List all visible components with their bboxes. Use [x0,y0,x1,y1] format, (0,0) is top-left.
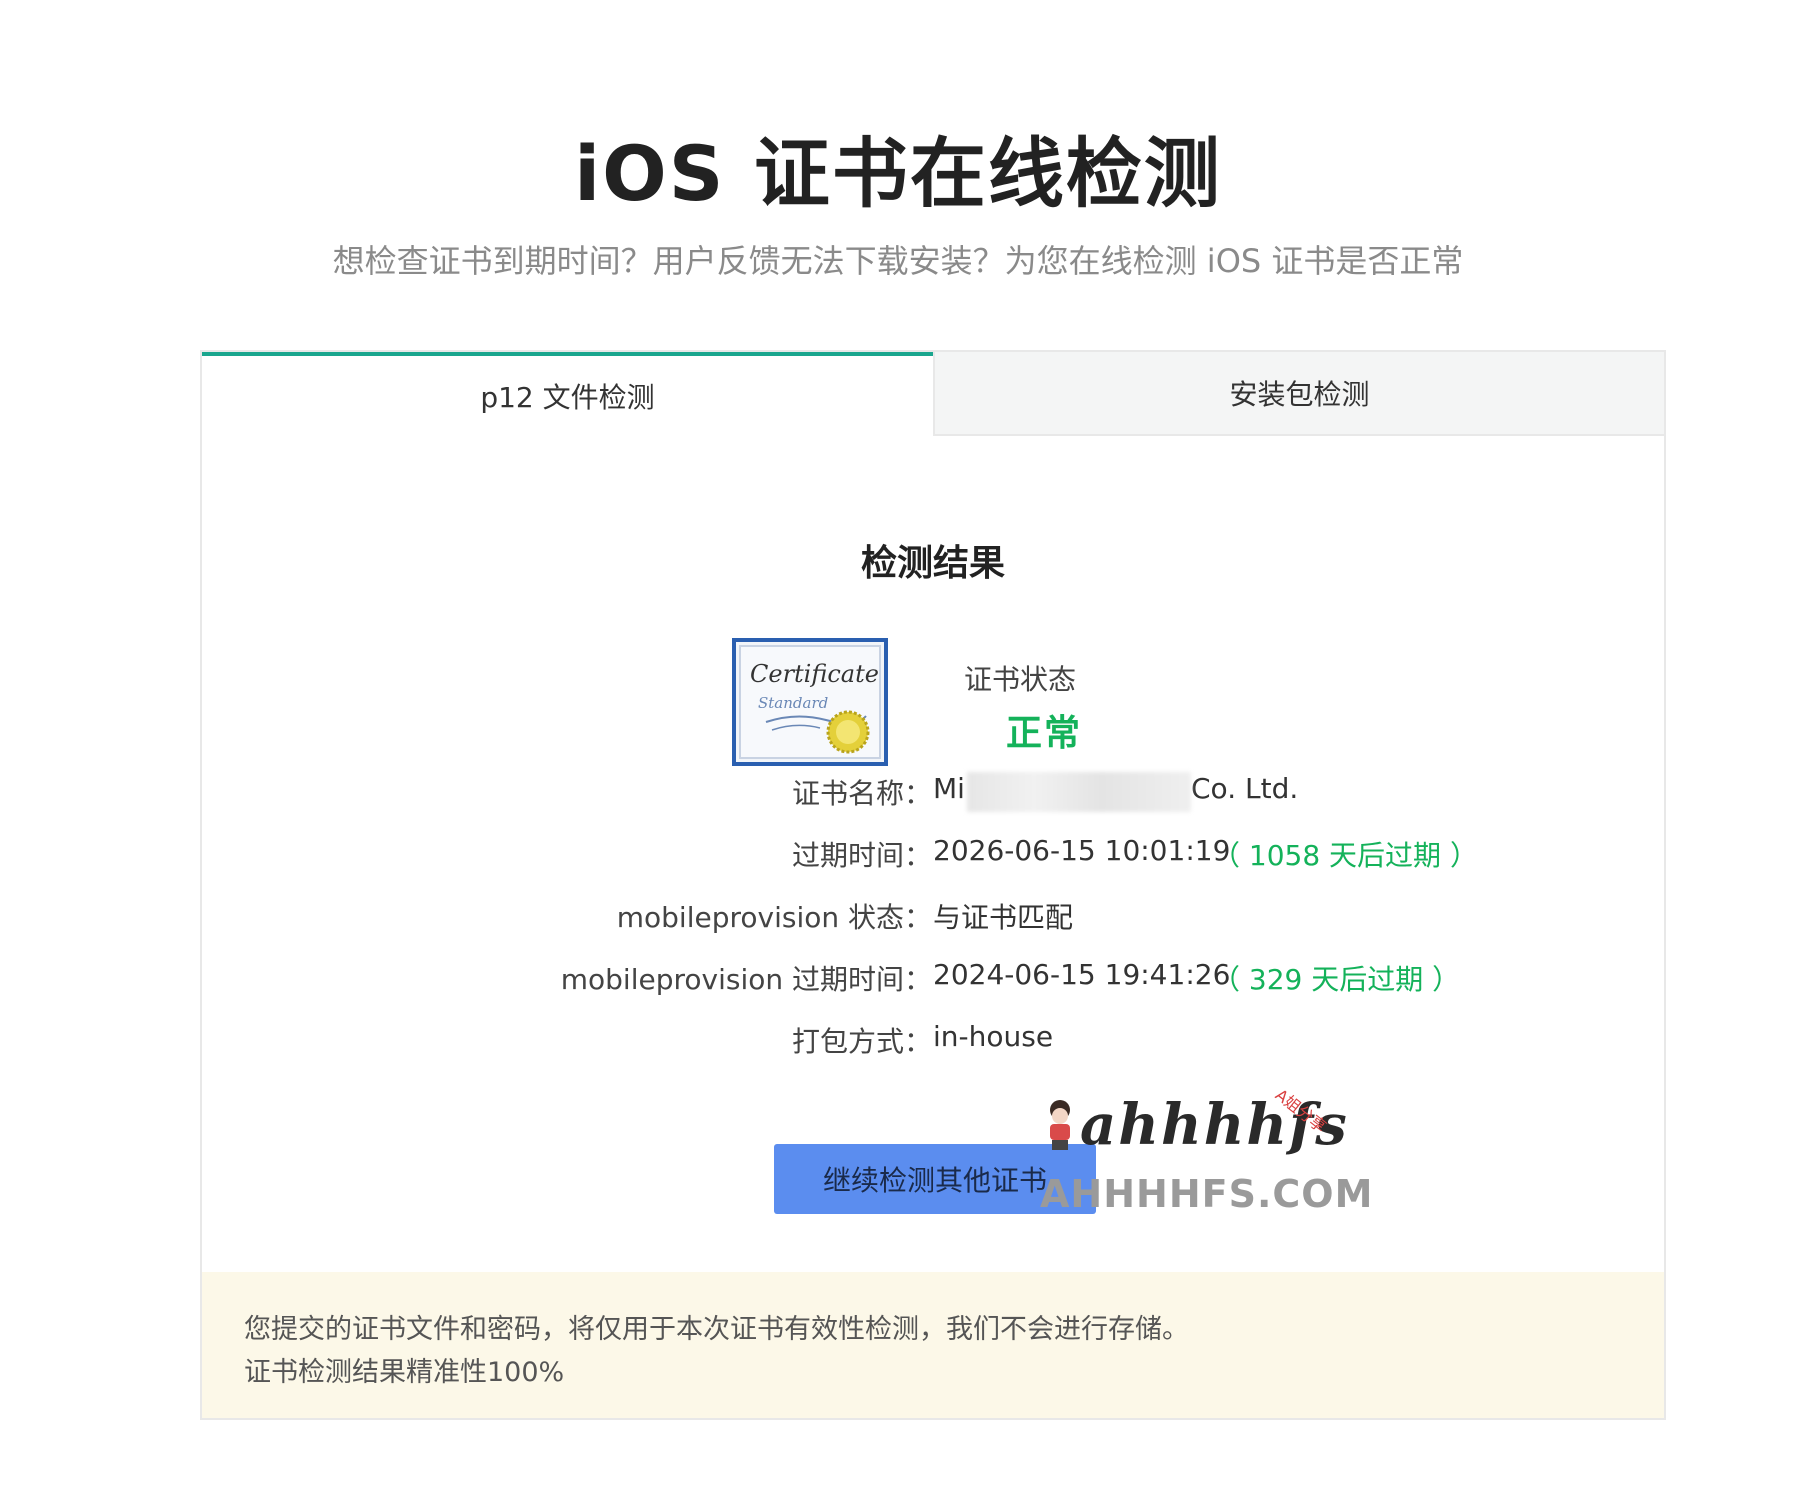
package-type-value: in-house [933,1020,1054,1053]
privacy-notice-line-2: 证书检测结果精准性100% [244,1357,565,1388]
mobileprovision-expire-value: 2024-06-15 19:41:26 [933,958,1231,991]
check-card: p12 文件检测 安装包检测 检测结果 Certificate Standard… [200,350,1666,1420]
watermark-figure-icon [1050,1100,1070,1150]
certificate-icon: Certificate Standard [732,638,888,766]
mobileprovision-status-value: 与证书匹配 [933,901,1074,934]
row-expire-time: 过期时间： 2026-06-15 10:01:19 （ 1058 天后过期 ） [202,834,1664,874]
page: iOS 证书在线检测 想检查证书到期时间？用户反馈无法下载安装？为您在线检测 i… [0,0,1796,1510]
result-title: 检测结果 [860,543,1005,584]
certificate-name-label: 证书名称： [791,777,932,810]
tab-package-check-label: 安装包检测 [1229,378,1370,411]
mobileprovision-expire-note: （ 329 天后过期 ） [1212,963,1461,996]
tab-p12-check[interactable]: p12 文件检测 [202,352,933,436]
certificate-text-2: Standard [758,694,828,712]
row-mobileprovision-status: mobileprovision 状态： 与证书匹配 [202,896,1664,936]
mobileprovision-status-label: mobileprovision 状态： [616,901,932,934]
mobileprovision-expire-label: mobileprovision 过期时间： [560,963,932,996]
certificate-status-label: 证书状态 [964,663,1077,696]
tab-package-check[interactable]: 安装包检测 [933,352,1664,436]
page-subtitle: 想检查证书到期时间？用户反馈无法下载安装？为您在线检测 iOS 证书是否正常 [332,242,1464,280]
package-type-label: 打包方式： [791,1025,932,1058]
privacy-notice-line-1: 您提交的证书文件和密码，将仅用于本次证书有效性检测，我们不会进行存储。 [244,1314,1189,1345]
certificate-graphic: Certificate Standard [739,645,881,759]
redacted-area [967,772,1191,812]
expire-time-note: （ 1058 天后过期 ） [1212,839,1478,872]
expire-time-value: 2026-06-15 10:01:19 [933,834,1231,867]
tab-bar: p12 文件检测 安装包检测 [202,352,1664,436]
row-mobileprovision-expire: mobileprovision 过期时间： 2024-06-15 19:41:2… [202,958,1664,998]
tab-p12-check-label: p12 文件检测 [480,381,655,414]
row-package-type: 打包方式： in-house [202,1020,1664,1060]
row-certificate-name: 证书名称： Mi Co. Ltd. [202,772,1664,812]
watermark: ahhhhfs A姐分享 AHHHHFS.COM [1040,1072,1372,1216]
certificate-text-1: Certificate [750,660,879,688]
watermark-url-text: AHHHHFS.COM [1040,1172,1374,1216]
expire-time-label: 过期时间： [791,839,932,872]
certificate-status-value: 正常 [1006,713,1083,754]
page-title: iOS 证书在线检测 [574,129,1222,218]
certificate-name-start: Mi [933,772,965,805]
certificate-name-end: Co. Ltd. [1191,772,1299,805]
privacy-notice: 您提交的证书文件和密码，将仅用于本次证书有效性检测，我们不会进行存储。 证书检测… [202,1272,1664,1418]
check-other-certificate-label: 继续检测其他证书 [822,1164,1047,1197]
